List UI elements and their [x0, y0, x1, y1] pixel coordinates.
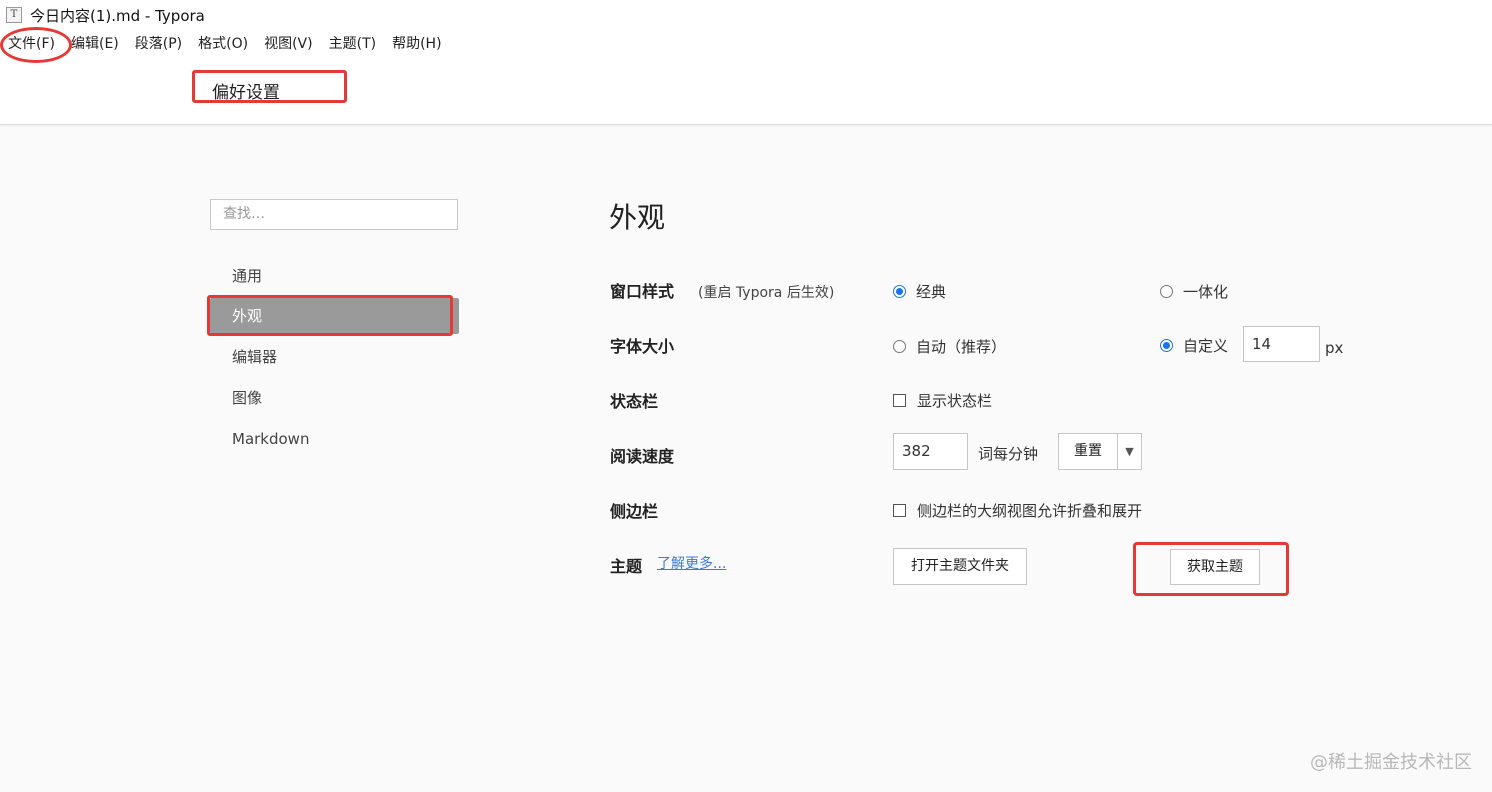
- radio-auto[interactable]: 自动（推荐）: [893, 336, 1006, 357]
- typora-app-icon: T: [6, 7, 22, 23]
- radio-classic-label: 经典: [916, 283, 947, 301]
- font-size-unit: px: [1325, 339, 1344, 357]
- nav-item-general[interactable]: 通用: [210, 258, 459, 294]
- watermark: @稀土掘金技术社区: [1310, 752, 1472, 773]
- nav-item-markdown[interactable]: Markdown: [210, 421, 459, 457]
- theme-label: 主题: [610, 557, 643, 576]
- window-header: T 今日内容(1).md - Typora 文件(F) 编辑(E) 段落(P) …: [0, 0, 1492, 125]
- radio-unified[interactable]: 一体化: [1160, 281, 1228, 302]
- radio-custom-label: 自定义: [1183, 337, 1229, 355]
- menu-help[interactable]: 帮助(H): [392, 33, 441, 53]
- window-style-label: 窗口样式: [610, 282, 675, 301]
- search-input[interactable]: 查找…: [210, 199, 458, 230]
- radio-custom-icon[interactable]: [1160, 339, 1173, 352]
- status-bar-checkbox-icon[interactable]: [893, 394, 906, 407]
- status-bar-checkbox-label: 显示状态栏: [917, 392, 993, 410]
- font-size-input[interactable]: 14: [1243, 326, 1320, 362]
- radio-auto-icon[interactable]: [893, 340, 906, 353]
- reset-button[interactable]: 重置: [1058, 433, 1118, 470]
- radio-auto-label: 自动（推荐）: [916, 338, 1007, 356]
- learn-more-link[interactable]: 了解更多...: [657, 553, 726, 573]
- sidebar-outline-checkbox-label: 侧边栏的大纲视图允许折叠和展开: [917, 502, 1143, 520]
- nav-item-editor[interactable]: 编辑器: [210, 339, 459, 375]
- sidebar-setting-label: 侧边栏: [610, 502, 659, 521]
- window-style-hint: (重启 Typora 后生效): [698, 285, 835, 301]
- status-bar-label: 状态栏: [610, 392, 659, 411]
- menu-bar: 文件(F) 编辑(E) 段落(P) 格式(O) 视图(V) 主题(T) 帮助(H…: [8, 33, 458, 53]
- radio-custom[interactable]: 自定义: [1160, 335, 1228, 356]
- sidebar-outline-checkbox[interactable]: 侧边栏的大纲视图允许折叠和展开: [893, 500, 1142, 521]
- section-title: 外观: [609, 201, 666, 234]
- menu-paragraph[interactable]: 段落(P): [135, 33, 182, 53]
- open-theme-folder-button[interactable]: 打开主题文件夹: [893, 548, 1027, 585]
- reading-speed-label: 阅读速度: [610, 447, 675, 466]
- reset-dropdown-arrow-icon[interactable]: ▼: [1117, 433, 1142, 470]
- menu-view[interactable]: 视图(V): [264, 33, 313, 53]
- annotation-box-appearance: [207, 295, 453, 336]
- title-bar: T 今日内容(1).md - Typora: [6, 5, 205, 25]
- menu-format[interactable]: 格式(O): [198, 33, 248, 53]
- annotation-ellipse-file-menu: [0, 27, 72, 63]
- annotation-box-preferences: [192, 70, 347, 103]
- reading-speed-input[interactable]: 382: [893, 433, 968, 470]
- radio-unified-icon[interactable]: [1160, 285, 1173, 298]
- radio-classic-icon[interactable]: [893, 285, 906, 298]
- window-title: 今日内容(1).md - Typora: [30, 6, 205, 25]
- status-bar-checkbox[interactable]: 显示状态栏: [893, 390, 992, 411]
- menu-edit[interactable]: 编辑(E): [71, 33, 119, 53]
- window-style-row-label: 窗口样式 (重启 Typora 后生效): [610, 278, 834, 302]
- radio-unified-label: 一体化: [1183, 283, 1229, 301]
- font-size-label: 字体大小: [610, 337, 675, 356]
- menu-theme[interactable]: 主题(T): [329, 33, 376, 53]
- annotation-box-get-themes: [1133, 542, 1289, 596]
- nav-item-image[interactable]: 图像: [210, 380, 459, 416]
- radio-classic[interactable]: 经典: [893, 281, 946, 302]
- sidebar-outline-checkbox-icon[interactable]: [893, 504, 906, 517]
- reading-speed-unit: 词每分钟: [978, 445, 1039, 463]
